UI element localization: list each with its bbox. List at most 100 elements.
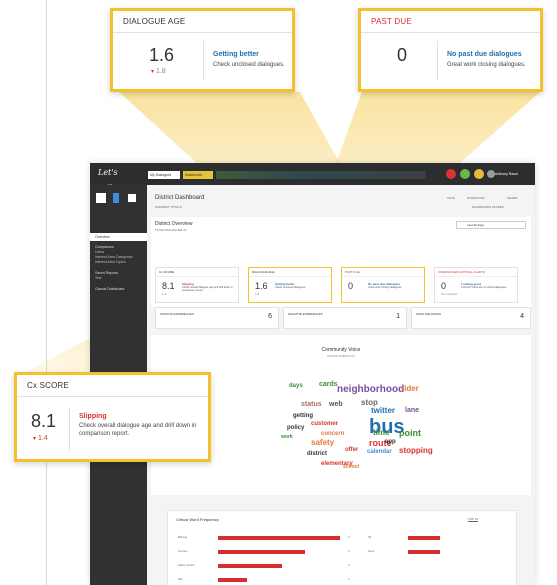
word-cloud-word[interactable]: neighborhood [337, 385, 404, 395]
frequency-value: 5 [348, 564, 350, 567]
card-value: 0 [348, 281, 354, 291]
tile-label: POSITIVE EXPERIENCES [160, 312, 194, 316]
top-bar: Let's Talk! My Dialogues Dashboard Antho… [90, 163, 535, 193]
card-value: 8.1 [162, 281, 175, 291]
avatar[interactable] [487, 170, 495, 178]
callout-cx-score: Cx SCORE 8.1 ▾ 1.4 Slipping Check overal… [14, 372, 211, 462]
frequency-value: 6 [348, 550, 350, 553]
tile-label: OPEN DIALOGUES [416, 312, 442, 316]
word-cloud-word[interactable]: point [399, 429, 421, 438]
tile-value: 1 [396, 313, 400, 320]
word-cloud-word[interactable]: school [343, 465, 359, 470]
frequency-label: Bullying [178, 536, 187, 539]
frequency-row: Injure1 [368, 549, 535, 555]
frequency-bar [408, 536, 440, 540]
sidebar-item-interest-topics[interactable]: Interest Area Topics [90, 260, 147, 265]
word-cloud-word[interactable]: policy [287, 425, 304, 431]
callout-title: PAST DUE [361, 11, 540, 33]
current-totals-label: CURRENT TOTALS [155, 205, 182, 209]
word-cloud-word[interactable]: time [373, 429, 389, 437]
callout-past-due: PAST DUE 0 No past due dialogues Great w… [358, 8, 543, 92]
word-cloud-word[interactable]: stopping [399, 447, 433, 455]
tile-label: NEGATIVE EXPERIENCES [288, 312, 323, 316]
voice-subtitle: UNIQUE WORDS 241 [327, 354, 355, 358]
word-cloud-word[interactable]: web [329, 401, 343, 408]
card-critical-alerts[interactable]: UNRESOLVED CRITICAL ALERTS 0 No incident… [434, 267, 518, 303]
user-name[interactable]: Anthony Rasol [495, 169, 518, 179]
word-cloud-word[interactable]: twitter [371, 407, 395, 415]
card-head: DIALOGUE AGE [249, 268, 331, 277]
word-cloud-word[interactable]: calendar [367, 449, 392, 455]
guide-line [46, 0, 47, 585]
dialogues-dropdown[interactable]: My Dialogues [148, 171, 180, 179]
word-cloud-word[interactable]: app [385, 439, 396, 445]
callout-description: Check unclosed dialogues. [213, 62, 285, 68]
word-cloud-word[interactable]: customer [311, 421, 338, 427]
dashboard-dropdown[interactable]: Dashboard [183, 171, 213, 179]
word-cloud-word[interactable]: status [301, 401, 322, 408]
callout-value: 1.6 [149, 45, 175, 65]
frequency-bar [218, 550, 306, 554]
dashboard-filters-button[interactable]: DASHBOARD FILTERS [472, 205, 504, 209]
word-cloud-word[interactable]: concern [321, 431, 344, 437]
down-arrow-icon: ▾ [33, 436, 37, 442]
card-desc: Great work closing dialogues. [368, 286, 403, 289]
callout-description: Great work closing dialogues. [447, 62, 526, 68]
tile-positive[interactable]: POSITIVE EXPERIENCES 6 [155, 307, 279, 329]
check-icon[interactable] [460, 169, 470, 179]
card-desc: Check overall dialogue age and drill dow… [182, 286, 233, 292]
word-cloud-word[interactable]: safety [311, 439, 334, 447]
card-head: PAST DUE [342, 268, 424, 277]
tile-negative[interactable]: NEGATIVE EXPERIENCES 1 [283, 307, 407, 329]
word-cloud-word[interactable]: days [289, 383, 303, 389]
date-range-select[interactable]: Last 30 days [456, 221, 526, 229]
word-cloud-word[interactable]: work [281, 435, 293, 440]
alert-icon[interactable] [446, 169, 456, 179]
card-value: 1.6 [255, 281, 268, 291]
megaphone-icon[interactable] [128, 194, 136, 202]
frequency-row: Safety concern 5 [178, 563, 358, 569]
callout-description: Check overall dialogue age and drill dow… [79, 423, 197, 437]
word-cloud-word[interactable]: offer [345, 447, 358, 453]
tile-value: 4 [520, 313, 524, 320]
word-cloud-word[interactable]: getting [293, 413, 313, 419]
card-value: 0 [441, 281, 447, 291]
sidebar-icons [96, 193, 144, 207]
word-cloud-word[interactable]: cards [319, 381, 338, 388]
delta-value: 1.8 [155, 68, 166, 75]
frequency-bar [218, 578, 248, 582]
card-delta: 1.8 [255, 292, 260, 296]
word-cloud-word[interactable]: district [307, 451, 327, 457]
callout-value: 0 [397, 45, 408, 65]
notification-icon[interactable] [474, 169, 484, 179]
frequency-row: Concern 6 [178, 549, 358, 555]
tile-open[interactable]: OPEN DIALOGUES 4 [411, 307, 531, 329]
divider [203, 41, 204, 81]
frequency-value: 9 [348, 536, 350, 539]
frequency-label: Concern [178, 550, 188, 553]
word-cloud-word[interactable]: rider [401, 385, 419, 393]
sidebar-item-classic-dashboard[interactable]: Classic Dashboard [90, 287, 147, 292]
download-button[interactable]: DOWNLOAD [467, 196, 485, 200]
frequency-value: 2 [348, 578, 350, 581]
grid-icon[interactable] [96, 193, 106, 203]
sidebar-item-overview[interactable]: Overview [90, 233, 147, 241]
frequency-row: Bullying 9 [178, 535, 358, 541]
frequency-row: Hit1 [368, 535, 535, 541]
top-10-link[interactable]: TOP 10 [468, 517, 478, 521]
divider [437, 41, 438, 81]
chart-icon[interactable] [113, 193, 119, 203]
card-head: UNRESOLVED CRITICAL ALERTS [435, 268, 517, 277]
sidebar-item-test[interactable]: Test [90, 276, 147, 281]
save-button[interactable]: SAVE [447, 196, 455, 200]
share-button[interactable]: SHARE [507, 196, 517, 200]
frequency-label: Injure [368, 550, 375, 553]
card-dialogue-age[interactable]: DIALOGUE AGE 1.6 1.8 Getting better Chec… [248, 267, 332, 303]
word-cloud-word[interactable]: lane [405, 407, 419, 414]
frequency-row: Talk 2 [178, 577, 358, 583]
card-past-due[interactable]: PAST DUE 0 No past due dialogues Great w… [341, 267, 425, 303]
card-cx-score[interactable]: Cx SCORE 8.1 1.4 Slipping Check overall … [155, 267, 239, 303]
callout-status: No past due dialogues [447, 51, 522, 58]
divider [69, 407, 70, 451]
callout-title: DIALOGUE AGE [113, 11, 292, 33]
